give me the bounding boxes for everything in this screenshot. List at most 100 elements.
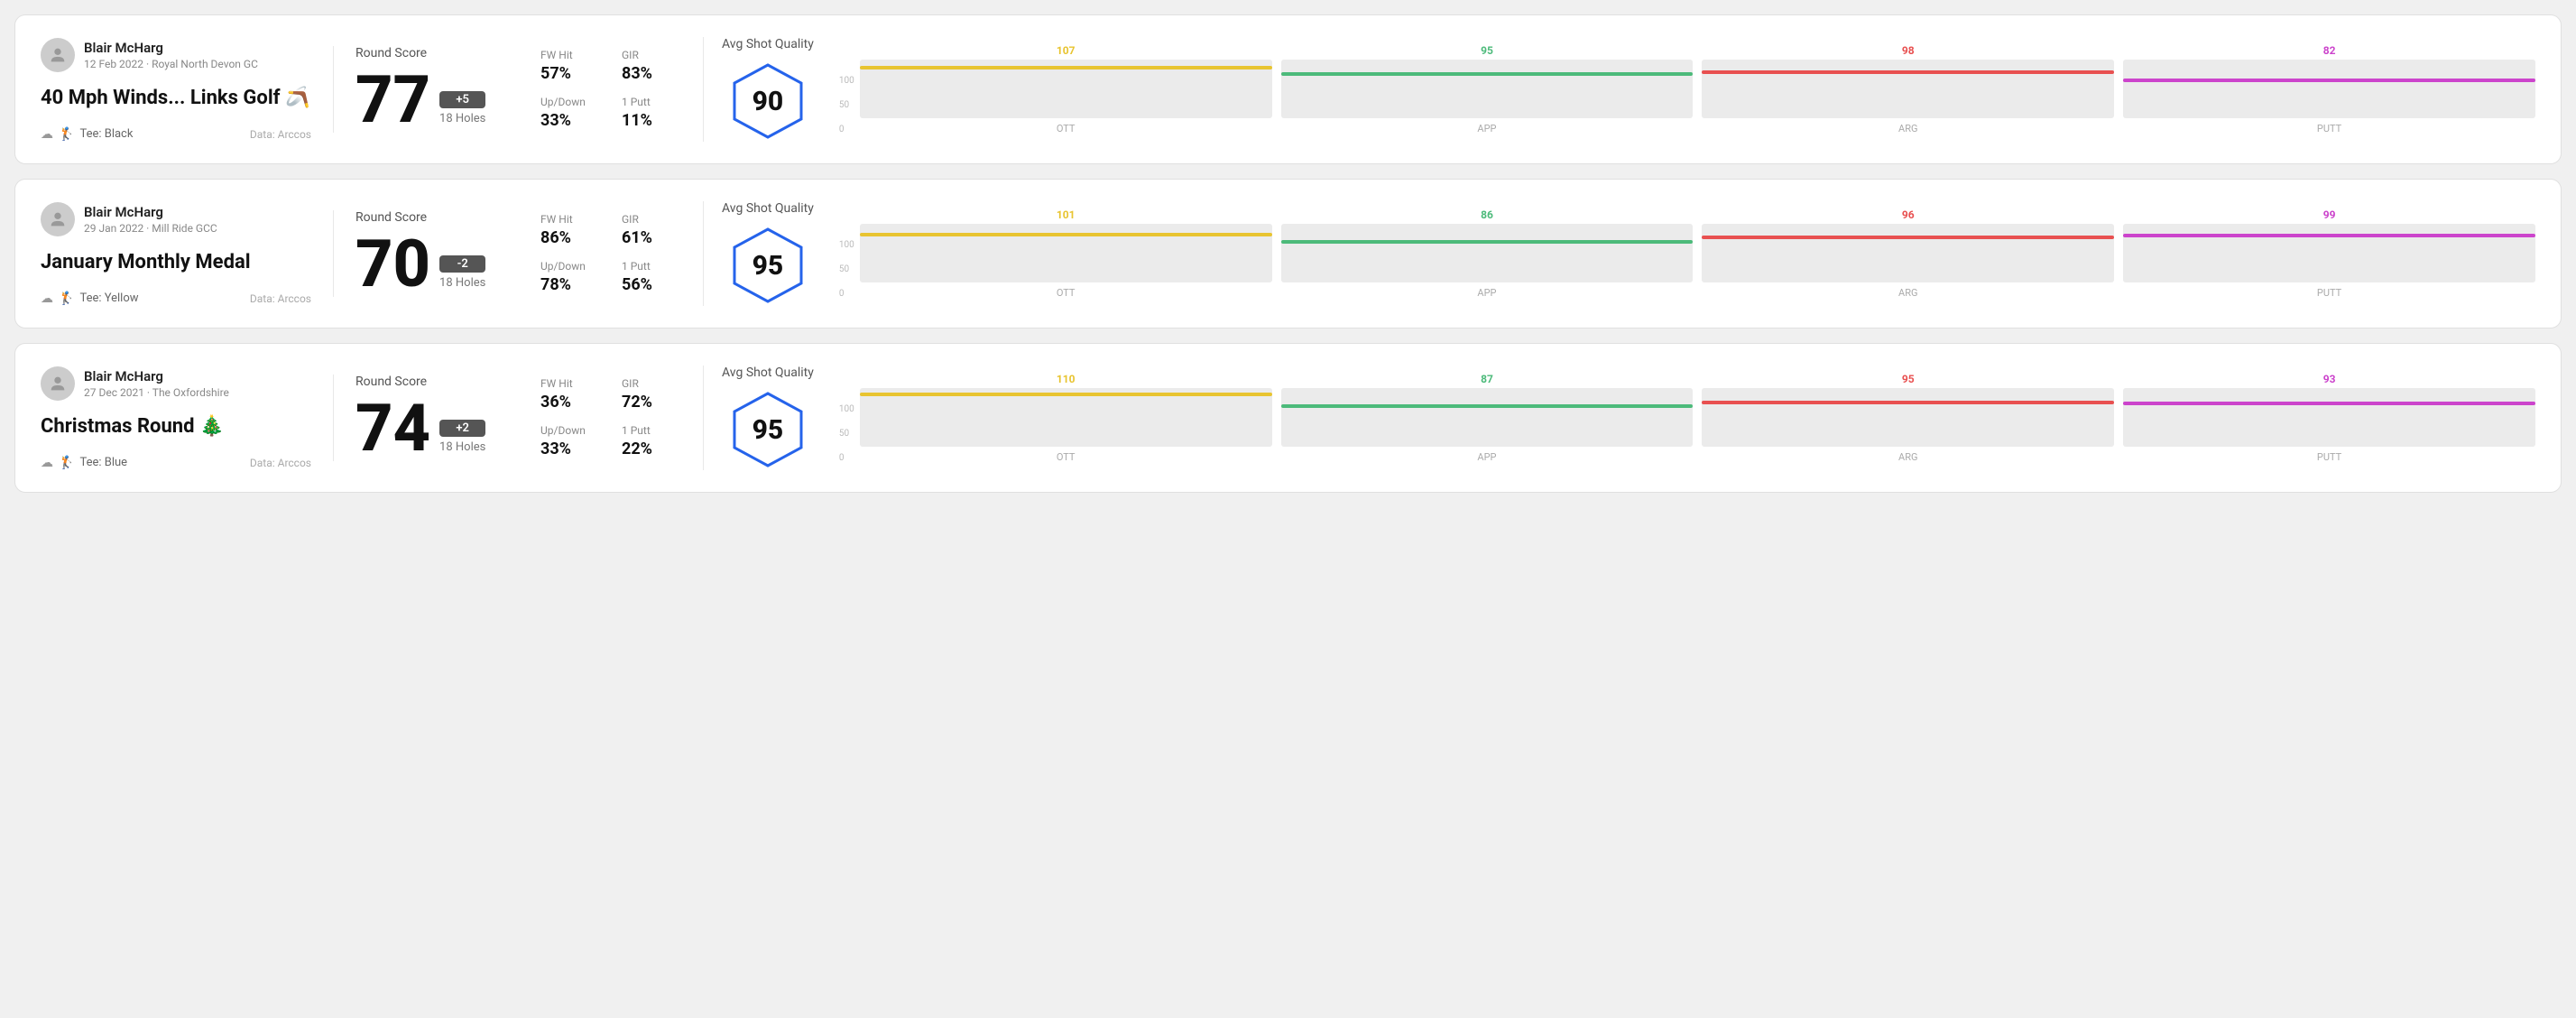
chart-bar-ott: 110 OTT <box>860 373 1272 463</box>
tee-info: ☁ 🏌 Tee: Yellow <box>41 292 139 306</box>
stats-grid: FW Hit 36% GIR 72% Up/Down 33% 1 Putt 22… <box>540 377 685 458</box>
quality-score: 95 <box>752 414 784 446</box>
quality-section: Avg Shot Quality 95 100 50 0 101 <box>703 201 2535 306</box>
date-venue: 12 Feb 2022 · Royal North Devon GC <box>84 58 258 70</box>
quality-score: 95 <box>752 250 784 282</box>
round-card-2: Blair McHarg 29 Jan 2022 · Mill Ride GCC… <box>14 179 2562 329</box>
avatar <box>41 202 75 236</box>
quality-score: 90 <box>752 86 784 117</box>
chart-bar-ott: 107 OTT <box>860 44 1272 134</box>
tee-data-row: ☁ 🏌 Tee: Yellow Data: Arccos <box>41 292 311 306</box>
updown-stat: Up/Down 33% <box>540 424 604 458</box>
fw-hit-stat: FW Hit 36% <box>540 377 604 412</box>
score-number: 74 <box>355 396 430 461</box>
tee-info: ☁ 🏌 Tee: Blue <box>41 456 127 470</box>
gir-stat: GIR 83% <box>622 49 685 83</box>
user-name: Blair McHarg <box>84 40 258 56</box>
chart-bar-arg: 96 ARG <box>1702 208 2114 299</box>
fw-hit-label: FW Hit <box>540 377 604 390</box>
quality-left: Avg Shot Quality 95 <box>722 201 814 306</box>
oneputt-value: 22% <box>622 440 685 458</box>
tee-label: Tee: Yellow <box>79 292 138 305</box>
chart-bar-arg: 98 ARG <box>1702 44 2114 134</box>
gir-label: GIR <box>622 49 685 61</box>
user-name: Blair McHarg <box>84 368 229 384</box>
score-holes: 18 Holes <box>439 276 485 290</box>
updown-value: 33% <box>540 440 604 458</box>
weather-icon: ☁ <box>41 292 53 306</box>
quality-label: Avg Shot Quality <box>722 37 814 51</box>
user-info: Blair McHarg 12 Feb 2022 · Royal North D… <box>84 40 258 70</box>
score-main: 77 +5 18 Holes <box>355 68 513 133</box>
card-left-section: Blair McHarg 12 Feb 2022 · Royal North D… <box>41 38 329 142</box>
quality-left: Avg Shot Quality 90 <box>722 37 814 142</box>
avatar <box>41 38 75 72</box>
updown-value: 78% <box>540 275 604 294</box>
score-section: Round Score 77 +5 18 Holes <box>333 46 513 133</box>
quality-label: Avg Shot Quality <box>722 201 814 216</box>
score-number: 70 <box>355 232 430 297</box>
chart-bar-app: 87 APP <box>1281 373 1694 463</box>
stats-section: FW Hit 36% GIR 72% Up/Down 33% 1 Putt 22… <box>540 377 685 458</box>
score-main: 74 +2 18 Holes <box>355 396 513 461</box>
data-source-label: Data: Arccos <box>250 457 311 469</box>
stats-grid: FW Hit 86% GIR 61% Up/Down 78% 1 Putt 56… <box>540 213 685 294</box>
data-source-label: Data: Arccos <box>250 128 311 141</box>
fw-hit-value: 36% <box>540 393 604 412</box>
user-header: Blair McHarg 12 Feb 2022 · Royal North D… <box>41 38 311 72</box>
updown-label: Up/Down <box>540 260 604 273</box>
hexagon-quality: 90 <box>727 60 808 142</box>
oneputt-value: 11% <box>622 111 685 130</box>
chart-bar-ott: 101 OTT <box>860 208 1272 299</box>
shot-quality-chart: 100 50 0 101 OTT 86 APP <box>839 208 2535 299</box>
gir-value: 83% <box>622 64 685 83</box>
fw-hit-value: 86% <box>540 228 604 247</box>
oneputt-stat: 1 Putt 56% <box>622 260 685 294</box>
chart-bar-putt: 99 PUTT <box>2123 208 2535 299</box>
user-header: Blair McHarg 29 Jan 2022 · Mill Ride GCC <box>41 202 311 236</box>
fw-hit-stat: FW Hit 86% <box>540 213 604 247</box>
fw-hit-label: FW Hit <box>540 49 604 61</box>
round-title: January Monthly Medal <box>41 251 311 273</box>
round-title: 40 Mph Winds... Links Golf 🪃 <box>41 87 311 109</box>
score-badge: +5 <box>439 91 485 108</box>
user-header: Blair McHarg 27 Dec 2021 · The Oxfordshi… <box>41 366 311 401</box>
tee-data-row: ☁ 🏌 Tee: Black Data: Arccos <box>41 127 311 142</box>
hexagon-quality: 95 <box>727 389 808 470</box>
gir-value: 72% <box>622 393 685 412</box>
shot-quality-chart: 100 50 0 110 OTT 87 APP <box>839 373 2535 463</box>
score-badge-holes: -2 18 Holes <box>439 255 485 297</box>
oneputt-value: 56% <box>622 275 685 294</box>
card-left-section: Blair McHarg 29 Jan 2022 · Mill Ride GCC… <box>41 202 329 306</box>
round-score-label: Round Score <box>355 46 513 60</box>
chart-bar-arg: 95 ARG <box>1702 373 2114 463</box>
quality-label: Avg Shot Quality <box>722 366 814 380</box>
gir-label: GIR <box>622 377 685 390</box>
score-section: Round Score 70 -2 18 Holes <box>333 210 513 297</box>
score-holes: 18 Holes <box>439 112 485 125</box>
oneputt-label: 1 Putt <box>622 96 685 108</box>
rounds-list: Blair McHarg 12 Feb 2022 · Royal North D… <box>14 14 2562 493</box>
card-left-section: Blair McHarg 27 Dec 2021 · The Oxfordshi… <box>41 366 329 470</box>
round-card-1: Blair McHarg 12 Feb 2022 · Royal North D… <box>14 14 2562 164</box>
score-badge-holes: +5 18 Holes <box>439 91 485 133</box>
weather-icon: ☁ <box>41 127 53 142</box>
chart-bar-app: 95 APP <box>1281 44 1694 134</box>
oneputt-stat: 1 Putt 11% <box>622 96 685 130</box>
oneputt-label: 1 Putt <box>622 424 685 437</box>
score-main: 70 -2 18 Holes <box>355 232 513 297</box>
user-info: Blair McHarg 27 Dec 2021 · The Oxfordshi… <box>84 368 229 399</box>
stats-section: FW Hit 57% GIR 83% Up/Down 33% 1 Putt 11… <box>540 49 685 130</box>
quality-left: Avg Shot Quality 95 <box>722 366 814 470</box>
tee-label: Tee: Black <box>79 127 133 141</box>
score-badge: +2 <box>439 420 485 437</box>
bag-icon: 🏌 <box>59 127 74 142</box>
score-badge-holes: +2 18 Holes <box>439 420 485 461</box>
date-venue: 29 Jan 2022 · Mill Ride GCC <box>84 222 217 235</box>
chart-bar-putt: 93 PUTT <box>2123 373 2535 463</box>
avatar <box>41 366 75 401</box>
round-score-label: Round Score <box>355 210 513 225</box>
score-number: 77 <box>355 68 430 133</box>
bag-icon: 🏌 <box>59 456 74 470</box>
gir-stat: GIR 61% <box>622 213 685 247</box>
